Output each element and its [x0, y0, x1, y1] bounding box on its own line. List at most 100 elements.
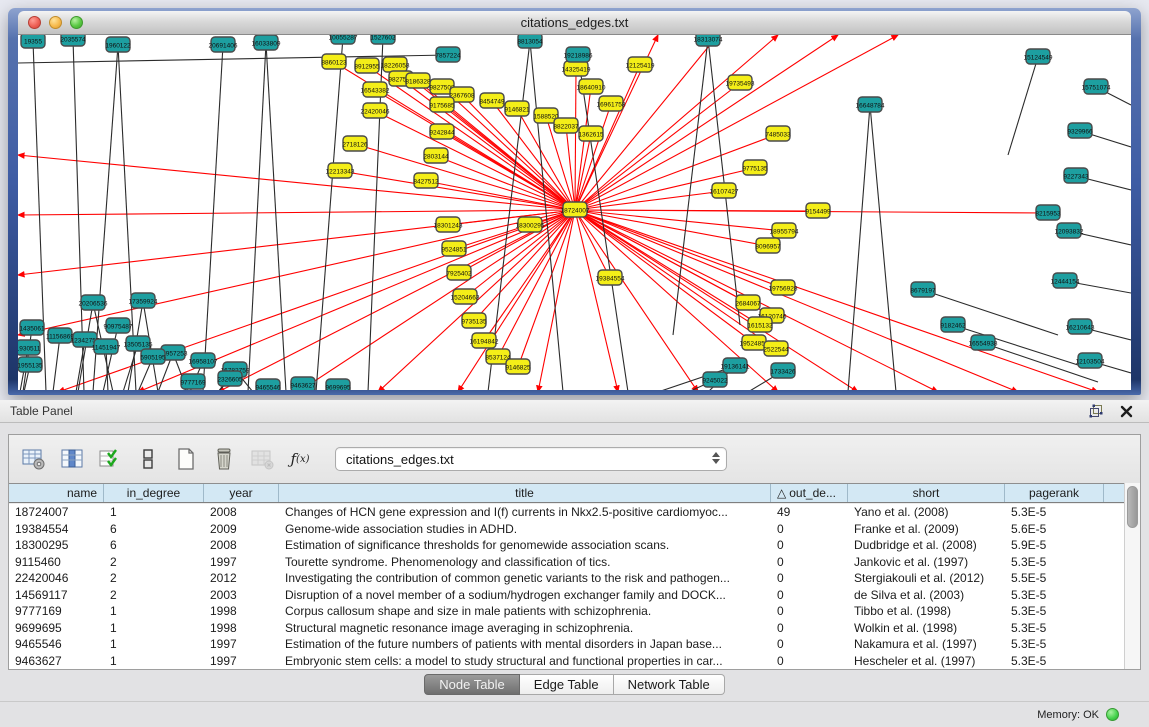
table-row[interactable]: 1830029562008Estimation of significance … — [9, 537, 1126, 554]
graph-node[interactable]: 16554938 — [969, 335, 998, 350]
graph-node[interactable]: 16107427 — [710, 183, 739, 198]
graph-node[interactable]: 18301243 — [434, 217, 463, 232]
graph-node[interactable]: 7485033 — [765, 126, 791, 141]
table-row[interactable]: 946362711997Embryonic stem cells: a mode… — [9, 653, 1126, 670]
graph-node[interactable]: 17359924 — [129, 293, 158, 308]
window-titlebar[interactable]: citations_edges.txt — [18, 11, 1131, 35]
network-canvas[interactable]: 1872400719384554183002958860123891295518… — [18, 35, 1131, 390]
table-row[interactable]: 911546021997Tourette syndrome. Phenomeno… — [9, 554, 1126, 571]
column-header-title[interactable]: title — [279, 484, 771, 502]
table-row[interactable]: 2242004622012Investigating the contribut… — [9, 570, 1126, 587]
graph-node[interactable]: 9146821 — [504, 101, 530, 116]
table-row[interactable]: 946554611997Estimation of the future num… — [9, 636, 1126, 653]
graph-node[interactable]: 22420046 — [361, 103, 390, 118]
graph-node[interactable]: 9777169 — [180, 374, 206, 389]
table-selector-dropdown[interactable]: citations_edges.txt — [335, 447, 727, 471]
graph-node[interactable]: 8096957 — [755, 238, 781, 253]
table-row[interactable]: 977716911998Corpus callosum shape and si… — [9, 603, 1126, 620]
graph-node[interactable]: 16543382 — [361, 82, 390, 97]
graph-node[interactable]: 12103504 — [1076, 353, 1105, 368]
graph-node[interactable]: 2718126 — [342, 136, 368, 151]
tab-node-table[interactable]: Node Table — [424, 674, 520, 695]
float-panel-icon[interactable] — [1087, 402, 1105, 420]
graph-node[interactable]: 1362615 — [578, 126, 604, 141]
graph-node[interactable]: 11451947 — [92, 339, 121, 354]
table-row[interactable]: 969969511998Structural magnetic resonanc… — [9, 620, 1126, 637]
graph-node[interactable]: 1955135 — [18, 357, 43, 372]
graph-node[interactable]: 18313074 — [694, 35, 723, 46]
table-row[interactable]: 1872400712008Changes of HCN gene express… — [9, 504, 1126, 521]
graph-node[interactable]: 16210643 — [1066, 319, 1095, 334]
graph-node[interactable]: 9154499 — [805, 203, 831, 218]
graph-node[interactable]: 9775135 — [742, 160, 768, 175]
column-header-out-de-[interactable]: △ out_de... — [771, 484, 848, 502]
graph-node[interactable]: 2803144 — [423, 148, 449, 163]
graph-node[interactable]: 16648784 — [856, 97, 885, 112]
graph-node[interactable]: 8215953 — [1035, 205, 1061, 220]
graph-node[interactable]: 19218986 — [564, 47, 593, 62]
graph-node[interactable]: 1733426 — [770, 363, 796, 378]
close-panel-icon[interactable] — [1117, 402, 1135, 420]
graph-node[interactable]: 8822037 — [553, 118, 579, 133]
graph-node[interactable]: 12213343 — [326, 163, 355, 178]
graph-node[interactable]: 15204663 — [451, 289, 480, 304]
vertical-scrollbar[interactable] — [1124, 483, 1140, 669]
graph-node[interactable]: 19384554 — [596, 270, 625, 285]
graph-node[interactable]: 8912955 — [354, 58, 380, 73]
selection-mode-icon[interactable] — [97, 446, 123, 472]
graph-node[interactable]: 16958107 — [189, 353, 218, 368]
graph-node[interactable]: 2522544 — [763, 341, 789, 356]
table-row[interactable]: 1938455462009Genome-wide association stu… — [9, 521, 1126, 538]
graph-node[interactable]: 15751074 — [1082, 79, 1111, 94]
graph-node[interactable]: 9175685 — [429, 97, 455, 112]
graph-node[interactable]: 14325419 — [562, 61, 591, 76]
graph-node[interactable]: 1435061 — [19, 320, 45, 335]
graph-node[interactable]: 9146825 — [505, 359, 531, 374]
graph-node[interactable]: 8813054 — [517, 35, 543, 48]
graph-node[interactable]: 16033809 — [252, 35, 281, 50]
graph-node[interactable]: 20691406 — [209, 37, 238, 52]
graph-node[interactable]: 10055287 — [329, 35, 358, 44]
graph-node[interactable]: 8860123 — [321, 54, 347, 69]
graph-node[interactable]: 7857224 — [435, 47, 461, 62]
tab-edge-table[interactable]: Edge Table — [520, 674, 614, 695]
tab-network-table[interactable]: Network Table — [614, 674, 725, 695]
graph-node[interactable]: 16194842 — [470, 333, 499, 348]
graph-node[interactable]: 15124549 — [1024, 49, 1053, 64]
rows-icon[interactable] — [135, 446, 161, 472]
graph-node[interactable]: 16961758 — [597, 96, 626, 111]
graph-node[interactable]: 1960122 — [105, 37, 131, 52]
graph-node[interactable]: 1615132 — [747, 317, 773, 332]
column-header-short[interactable]: short — [848, 484, 1005, 502]
graph-node[interactable]: 1527602 — [370, 35, 396, 44]
import-table-icon[interactable] — [249, 446, 275, 472]
graph-node[interactable]: 19355 — [21, 35, 45, 48]
graph-node[interactable]: 12444154 — [1051, 273, 1080, 288]
graph-node[interactable]: 9242844 — [429, 124, 455, 139]
graph-node[interactable]: 12125419 — [626, 57, 655, 72]
graph-node[interactable]: 9227343 — [1063, 168, 1089, 183]
graph-node[interactable]: 9182462 — [940, 317, 966, 332]
graph-node[interactable]: 9699695 — [325, 379, 351, 390]
graph-node[interactable]: 18640910 — [577, 79, 606, 94]
graph-node[interactable]: 19136141 — [721, 358, 750, 373]
graph-node[interactable]: 2035574 — [60, 35, 86, 46]
graph-node[interactable]: 9735135 — [461, 313, 487, 328]
graph-node[interactable]: 18300295 — [516, 217, 545, 232]
graph-node[interactable]: 8454749 — [479, 93, 505, 108]
graph-node[interactable]: 5905195 — [140, 349, 166, 364]
graph-node[interactable]: 9465546 — [255, 379, 281, 390]
scrollbar-thumb[interactable] — [1127, 486, 1138, 528]
graph-node[interactable]: 18724007 — [561, 202, 590, 217]
graph-node[interactable]: 18955794 — [770, 223, 799, 238]
column-header-year[interactable]: year — [204, 484, 279, 502]
column-visibility-icon[interactable] — [59, 446, 85, 472]
delete-column-icon[interactable] — [211, 446, 237, 472]
table-row[interactable]: 1456911722003Disruption of a novel membe… — [9, 587, 1126, 604]
graph-node[interactable]: 18226058 — [381, 57, 410, 72]
column-header-in-degree[interactable]: in_degree — [104, 484, 204, 502]
table-mode-icon[interactable] — [21, 446, 47, 472]
column-header-name[interactable]: name — [9, 484, 104, 502]
graph-node[interactable]: 20206536 — [79, 295, 108, 310]
graph-node[interactable]: 9245022 — [702, 372, 728, 387]
